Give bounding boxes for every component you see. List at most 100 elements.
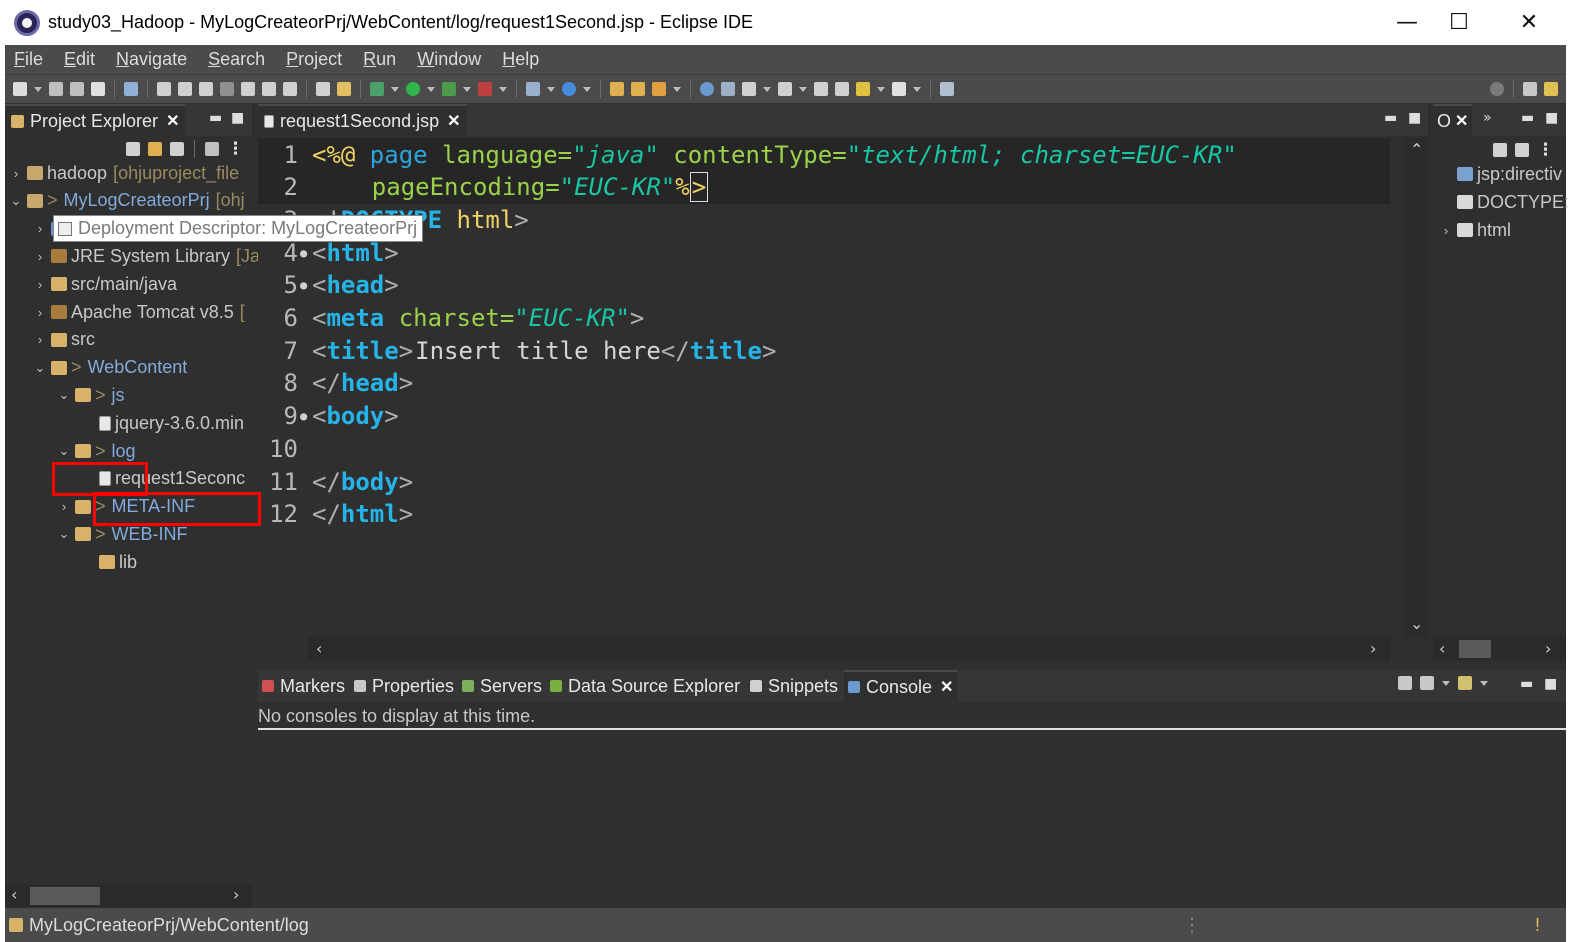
chevron-right-icon[interactable]: › [33, 305, 47, 320]
tree-item[interactable]: › Apache Tomcat v8.5[ [33, 298, 245, 326]
validate-icon[interactable] [721, 82, 735, 96]
chevron-down-icon[interactable]: ⌄ [9, 193, 23, 209]
scroll-left-icon[interactable]: ‹ [316, 639, 322, 658]
debug-dropdown-icon[interactable] [391, 86, 399, 92]
code-line[interactable]: 12 </html> [258, 498, 1390, 531]
outline-item[interactable]: DOCTYPE: [1439, 188, 1569, 216]
scroll-thumb[interactable] [1459, 640, 1491, 658]
search-dropdown-icon[interactable] [673, 86, 681, 92]
tree-item[interactable]: › hadoop [ohjuproject_file [9, 159, 239, 187]
menu-project[interactable]: Project [286, 49, 342, 70]
last-edit-icon[interactable] [814, 82, 828, 96]
tab-data-source-explorer[interactable]: Data Source Explorer [546, 670, 744, 702]
forward-dropdown-icon[interactable] [913, 86, 921, 92]
chevron-down-icon[interactable]: ⌄ [57, 443, 71, 459]
maximize-editor-icon[interactable]: ■ [1408, 110, 1421, 126]
close-window-button[interactable]: ✕ [1494, 0, 1564, 45]
forward-arrow-icon[interactable] [892, 82, 906, 96]
new-icon[interactable] [13, 82, 27, 96]
more-options-icon[interactable]: ⋮ [1537, 140, 1554, 160]
tab-project-explorer[interactable]: Project Explorer ✕ [5, 104, 186, 136]
maximize-view-icon[interactable]: ■ [1545, 110, 1558, 126]
chevron-right-icon[interactable]: › [33, 249, 47, 264]
code-line[interactable]: 1 <%@ page language="java" contentType="t… [258, 138, 1390, 171]
tree-item[interactable]: › src/main/java [33, 270, 177, 298]
filter-icon[interactable] [170, 142, 184, 156]
resume-icon[interactable] [157, 82, 171, 96]
run-external-icon[interactable] [442, 82, 456, 96]
save-icon[interactable] [49, 82, 63, 96]
open-type-icon[interactable] [610, 82, 624, 96]
chevron-right-icon[interactable]: › [9, 166, 23, 181]
tab-outline[interactable]: O ✕ [1433, 104, 1473, 136]
server-dropdown-icon[interactable] [547, 86, 555, 92]
more-options-icon[interactable]: ⋮ [227, 139, 244, 159]
code-line[interactable]: 5 ● <head> [258, 269, 1390, 302]
coverage-icon[interactable] [478, 82, 492, 96]
outline-item[interactable]: jsp:directiv [1439, 160, 1562, 188]
fold-marker-icon[interactable]: ● [300, 278, 310, 292]
search-tool-icon[interactable] [652, 82, 666, 96]
open-console-dropdown-icon[interactable] [1480, 680, 1488, 686]
terminate-icon[interactable] [199, 82, 213, 96]
new-java-class-icon[interactable] [562, 82, 576, 96]
step-into-icon[interactable] [241, 82, 255, 96]
pin-console-icon[interactable] [1398, 676, 1412, 690]
close-tab-icon[interactable]: ✕ [1455, 111, 1468, 131]
menu-edit[interactable]: Edit [64, 49, 95, 70]
tree-item[interactable]: ⌄ > log [57, 437, 136, 465]
close-tab-icon[interactable]: ✕ [940, 677, 953, 697]
code-line[interactable]: 4 ● <html> [258, 236, 1390, 269]
more-views-icon[interactable]: » [1483, 110, 1492, 126]
minimize-view-icon[interactable]: ▬ [209, 110, 222, 126]
chevron-right-icon[interactable]: › [57, 499, 71, 514]
scroll-up-icon[interactable]: ⌃ [1410, 140, 1423, 159]
chevron-down-icon[interactable]: ⌄ [57, 526, 71, 542]
minimize-view-icon[interactable]: ▬ [1521, 110, 1534, 126]
code-line[interactable]: 11 </body> [258, 465, 1390, 498]
chevron-right-icon[interactable]: › [1439, 223, 1453, 238]
toggle-annotation-icon[interactable] [742, 82, 756, 96]
terminal-icon[interactable] [91, 82, 105, 96]
close-tab-icon[interactable]: ✕ [166, 111, 179, 131]
save-all-icon[interactable] [70, 82, 84, 96]
tree-item[interactable]: jquery-3.6.0.min [81, 409, 244, 437]
next-annotation-icon[interactable] [835, 82, 849, 96]
minimize-view-icon[interactable]: ▬ [1520, 676, 1533, 692]
code-line[interactable]: 3<!DOCTYPE html> [258, 203, 1390, 236]
project-explorer-hscrollbar[interactable]: ‹ › [5, 885, 252, 907]
minimize-editor-icon[interactable]: ▬ [1384, 110, 1397, 126]
tab-markers[interactable]: Markers [258, 670, 349, 702]
new-server-icon[interactable] [526, 82, 540, 96]
scroll-left-icon[interactable]: ‹ [1439, 639, 1445, 658]
annotation-dropdown-icon[interactable] [763, 86, 771, 92]
code-line[interactable]: 7 <title>Insert title here</title> [258, 334, 1390, 367]
tree-item[interactable]: ⌄ > MyLogCreateorPrj [ohj [9, 187, 245, 215]
link-icon[interactable] [1515, 143, 1529, 157]
close-tab-icon[interactable]: ✕ [447, 111, 460, 131]
scroll-thumb[interactable] [30, 887, 100, 905]
search-icon[interactable] [1490, 82, 1504, 96]
tab-snippets[interactable]: Snippets [746, 670, 842, 702]
suspend-icon[interactable] [178, 82, 192, 96]
code-editor[interactable]: 1 <%@ page language="java" contentType="t… [258, 138, 1390, 638]
code-line[interactable]: 8 </head> [258, 367, 1390, 400]
coverage-dropdown-icon[interactable] [499, 86, 507, 92]
chevron-right-icon[interactable]: › [33, 332, 47, 347]
step-over-icon[interactable] [262, 82, 276, 96]
menu-help[interactable]: Help [502, 49, 539, 70]
notification-icon[interactable]: ! [1535, 915, 1540, 936]
menu-file[interactable]: File [14, 49, 43, 70]
tree-item[interactable]: ⌄ > js [57, 381, 125, 409]
chevron-right-icon[interactable]: › [33, 277, 47, 292]
external-dropdown-icon[interactable] [463, 86, 471, 92]
chevron-right-icon[interactable]: › [33, 221, 47, 236]
open-task-icon[interactable] [631, 82, 645, 96]
back-arrow-icon[interactable] [856, 82, 870, 96]
back-dropdown-icon[interactable] [877, 86, 885, 92]
display-dropdown-icon[interactable] [1442, 680, 1450, 686]
debug-icon[interactable] [370, 82, 384, 96]
chevron-down-icon[interactable]: ⌄ [57, 387, 71, 403]
class-dropdown-icon[interactable] [583, 86, 591, 92]
scroll-right-icon[interactable]: › [233, 885, 239, 904]
